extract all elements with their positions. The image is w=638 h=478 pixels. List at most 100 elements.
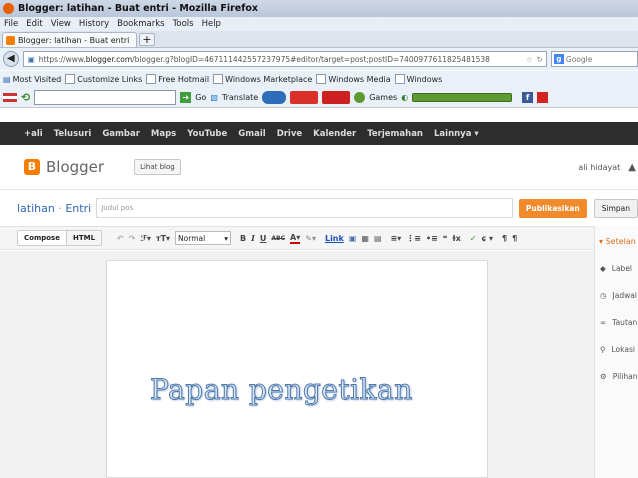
- google-link-maps[interactable]: Maps: [151, 129, 176, 139]
- google-link-images[interactable]: Gambar: [102, 129, 140, 139]
- rtl-icon[interactable]: ¶: [512, 234, 517, 243]
- font-size-icon[interactable]: ᴛT▾: [156, 234, 170, 243]
- blogger-logo[interactable]: B Blogger: [24, 158, 104, 176]
- quote-icon[interactable]: ❝: [443, 234, 448, 243]
- italic-icon[interactable]: I: [251, 233, 255, 243]
- video-icon[interactable]: ▦: [361, 234, 369, 243]
- link-icon: ∞: [600, 318, 607, 327]
- view-blog-button[interactable]: Lihat blog: [134, 159, 181, 175]
- bookmark-windows-media[interactable]: Windows Media: [316, 74, 391, 84]
- menu-view[interactable]: View: [51, 19, 71, 29]
- player-progress-bar[interactable]: [412, 92, 513, 102]
- addon-toolbar: ⟲ ➜ Go ▧ Translate Games ◐ f: [0, 87, 638, 108]
- reload-icon[interactable]: ↻: [537, 55, 546, 64]
- dropdown-arrow-icon: ▾: [224, 233, 229, 243]
- translate-button[interactable]: Translate: [222, 93, 258, 102]
- editor-canvas[interactable]: [106, 260, 488, 478]
- underline-icon[interactable]: U: [260, 234, 267, 243]
- google-link-youtube[interactable]: YouTube: [187, 129, 227, 139]
- menu-tools[interactable]: Tools: [173, 19, 194, 29]
- sidebar-item-location[interactable]: ⚲ Lokasi: [600, 345, 638, 354]
- menu-history[interactable]: History: [79, 19, 109, 29]
- compose-tab[interactable]: Compose: [18, 231, 66, 245]
- go-arrow-icon[interactable]: ➜: [180, 91, 192, 103]
- url-bar[interactable]: ▣ https://www.blogger.com/blogger.g?blog…: [22, 51, 547, 67]
- user-name[interactable]: ali hidayat: [578, 163, 620, 172]
- search-placeholder: Google: [565, 54, 593, 64]
- text-color-icon[interactable]: A▾: [290, 233, 301, 244]
- google-link-gmail[interactable]: Gmail: [238, 129, 265, 139]
- new-tab-button[interactable]: +: [139, 32, 155, 46]
- publish-button[interactable]: Publikasikan: [518, 198, 587, 218]
- google-link-calendar[interactable]: Kalender: [313, 129, 356, 139]
- love-badge-icon[interactable]: [290, 90, 319, 104]
- page-icon: [146, 74, 157, 84]
- go-button[interactable]: Go: [195, 93, 206, 102]
- pin-icon: ⚲: [600, 345, 606, 354]
- window-title: Blogger: latihan - Buat entri - Mozilla …: [18, 3, 258, 14]
- bookmark-customize-links[interactable]: Customize Links: [65, 74, 142, 84]
- google-link-profile[interactable]: +ali: [24, 129, 43, 139]
- redo-icon[interactable]: ↷: [129, 234, 136, 243]
- align-icon[interactable]: ≡▾: [391, 234, 402, 243]
- blogger-favicon-icon: [6, 35, 15, 45]
- games-icon: [354, 91, 366, 103]
- page-icon: [394, 74, 405, 84]
- menu-help[interactable]: Help: [202, 19, 221, 29]
- bookmark-most-visited[interactable]: ▤ Most Visited: [3, 75, 61, 84]
- google-link-translate[interactable]: Terjemahan: [367, 129, 423, 139]
- radio-icon[interactable]: ◐: [401, 93, 408, 102]
- highlight-icon[interactable]: ✎▾: [305, 234, 316, 243]
- strikethrough-icon[interactable]: ABC: [271, 235, 285, 242]
- jump-break-icon[interactable]: ▤: [374, 234, 382, 243]
- menu-file[interactable]: File: [4, 19, 18, 29]
- google-link-search[interactable]: Telusuri: [54, 129, 92, 139]
- save-button[interactable]: Simpan: [593, 198, 638, 218]
- google-link-drive[interactable]: Drive: [277, 129, 302, 139]
- input-tools-icon[interactable]: ɕ ▾: [481, 234, 493, 243]
- blogger-logo-text: Blogger: [46, 158, 105, 176]
- spellcheck-icon[interactable]: ✓: [470, 234, 477, 243]
- games-button[interactable]: Games: [369, 93, 397, 102]
- settings-heading[interactable]: ▾ Setelan: [599, 237, 638, 246]
- bookmark-windows-marketplace[interactable]: Windows Marketplace: [213, 74, 312, 84]
- flag-icon[interactable]: [3, 92, 17, 102]
- bookmark-free-hotmail[interactable]: Free Hotmail: [146, 74, 209, 84]
- html-tab[interactable]: HTML: [65, 231, 102, 245]
- menu-edit[interactable]: Edit: [26, 19, 42, 29]
- google-link-more[interactable]: Lainnya ▾: [434, 129, 479, 139]
- ltr-icon[interactable]: ¶: [502, 234, 507, 243]
- sale-badge-icon[interactable]: [322, 90, 351, 104]
- link-button[interactable]: Link: [325, 234, 344, 243]
- back-icon[interactable]: ◀: [3, 51, 19, 67]
- youtube-icon[interactable]: [537, 91, 549, 103]
- toolbar-logo-icon[interactable]: ⟲: [21, 91, 30, 104]
- sidebar-item-options[interactable]: ⚙ Pilihan: [600, 372, 638, 381]
- sidebar-item-label[interactable]: ◆ Label: [600, 264, 638, 273]
- format-select[interactable]: Normal ▾: [175, 231, 232, 245]
- bookmark-star-icon[interactable]: ☆: [526, 55, 533, 64]
- undo-icon[interactable]: ↶: [117, 234, 124, 243]
- clear-format-icon[interactable]: Ɨx: [452, 234, 460, 243]
- image-icon[interactable]: ▣: [349, 234, 357, 243]
- bullet-list-icon[interactable]: •≡: [426, 234, 438, 243]
- bookmark-windows[interactable]: Windows: [394, 74, 442, 84]
- sidebar-item-schedule[interactable]: ◷ Jadwal: [600, 291, 638, 300]
- site-lock-icon: ▣: [27, 54, 35, 64]
- tab-blogger[interactable]: Blogger: latihan - Buat entri: [2, 31, 137, 47]
- bookmarks-bar: ▤ Most Visited Customize Links Free Hotma…: [0, 71, 638, 87]
- toolbar-search-input[interactable]: [34, 89, 177, 105]
- pc-badge-icon[interactable]: [262, 90, 287, 104]
- nav-bar: ◀ ▣ https://www.blogger.com/blogger.g?bl…: [0, 48, 638, 70]
- page-icon: [316, 74, 327, 84]
- post-title-input[interactable]: Judul pos: [96, 198, 513, 218]
- sidebar-item-permalink[interactable]: ∞ Tautan: [600, 318, 638, 327]
- notification-bell-icon[interactable]: ▲: [628, 162, 636, 173]
- numbered-list-icon[interactable]: ⋮≡: [406, 234, 421, 243]
- facebook-icon[interactable]: f: [522, 91, 534, 103]
- font-family-icon[interactable]: ℱ▾: [140, 234, 150, 243]
- menu-bookmarks[interactable]: Bookmarks: [117, 19, 165, 29]
- search-box[interactable]: g Google: [550, 51, 638, 67]
- bold-icon[interactable]: B: [240, 234, 246, 243]
- google-g-icon: g: [553, 54, 564, 64]
